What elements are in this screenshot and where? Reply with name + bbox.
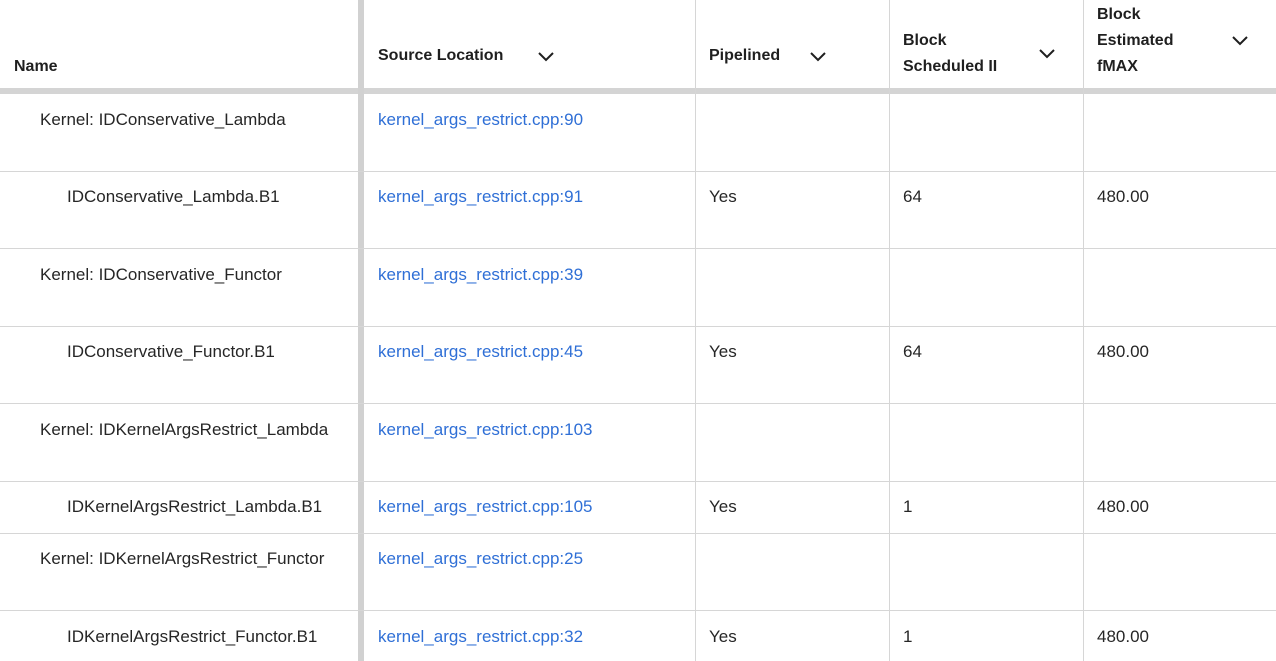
pipelined-value: Yes xyxy=(709,497,737,516)
scheduled-ii-value: 1 xyxy=(903,627,913,646)
column-header-pipelined-label: Pipelined xyxy=(709,47,781,64)
column-header-pipelined[interactable]: Pipelined xyxy=(695,0,889,88)
source-link[interactable]: kernel_args_restrict.cpp:90 xyxy=(378,110,583,130)
row-divider xyxy=(0,248,1276,249)
column-header-source[interactable]: Source Location xyxy=(364,0,695,88)
column-divider xyxy=(695,0,696,661)
chevron-down-icon[interactable] xyxy=(810,52,826,62)
source-link[interactable]: kernel_args_restrict.cpp:91 xyxy=(378,187,583,207)
source-link[interactable]: kernel_args_restrict.cpp:105 xyxy=(378,497,593,517)
row-name: IDConservative_Functor.B1 xyxy=(67,342,275,361)
column-header-fmax-label-2: Estimated xyxy=(1097,32,1174,49)
scheduled-ii-value: 64 xyxy=(903,187,922,206)
row-name: IDKernelArgsRestrict_Functor.B1 xyxy=(67,627,318,646)
row-name: IDKernelArgsRestrict_Lambda.B1 xyxy=(67,497,323,516)
column-header-fmax-label-3: fMAX xyxy=(1097,58,1138,75)
row-name: Kernel: IDKernelArgsRestrict_Lambda xyxy=(40,420,329,439)
source-link[interactable]: kernel_args_restrict.cpp:45 xyxy=(378,342,583,362)
source-link[interactable]: kernel_args_restrict.cpp:25 xyxy=(378,549,583,569)
row-divider xyxy=(0,610,1276,611)
fmax-value: 480.00 xyxy=(1097,342,1149,361)
pipelined-value: Yes xyxy=(709,342,737,361)
report-table: Name Source Location Pipelined Block Sch… xyxy=(0,0,1276,661)
pipelined-value: Yes xyxy=(709,187,737,206)
column-divider xyxy=(889,0,890,661)
row-name: Kernel: IDKernelArgsRestrict_Functor xyxy=(40,549,325,568)
row-divider xyxy=(0,403,1276,404)
row-divider xyxy=(0,326,1276,327)
scheduled-ii-value: 64 xyxy=(903,342,922,361)
column-header-ii-label-1: Block xyxy=(903,32,947,49)
chevron-down-icon[interactable] xyxy=(1232,36,1248,46)
column-header-name-label: Name xyxy=(14,58,58,75)
pipelined-value: Yes xyxy=(709,627,737,646)
row-name: IDConservative_Lambda.B1 xyxy=(67,187,280,206)
fmax-value: 480.00 xyxy=(1097,497,1149,516)
row-divider xyxy=(0,481,1276,482)
row-divider xyxy=(0,533,1276,534)
column-resize-handle[interactable] xyxy=(358,0,364,661)
column-header-ii-label-2: Scheduled II xyxy=(903,58,998,75)
column-header-estimated-fmax[interactable]: Block Estimated fMAX xyxy=(1083,0,1276,88)
fmax-value: 480.00 xyxy=(1097,627,1149,646)
row-name: Kernel: IDConservative_Lambda xyxy=(40,110,286,129)
source-link[interactable]: kernel_args_restrict.cpp:103 xyxy=(378,420,593,440)
source-link[interactable]: kernel_args_restrict.cpp:39 xyxy=(378,265,583,285)
column-divider xyxy=(1083,0,1084,661)
scheduled-ii-value: 1 xyxy=(903,497,913,516)
chevron-down-icon[interactable] xyxy=(538,52,554,62)
column-header-scheduled-ii[interactable]: Block Scheduled II xyxy=(889,0,1083,88)
table-header: Name Source Location Pipelined Block Sch… xyxy=(0,0,1276,88)
chevron-down-icon[interactable] xyxy=(1039,49,1055,59)
column-header-source-label: Source Location xyxy=(378,47,504,64)
fmax-value: 480.00 xyxy=(1097,187,1149,206)
column-header-name[interactable]: Name xyxy=(0,0,358,88)
row-name: Kernel: IDConservative_Functor xyxy=(40,265,282,284)
row-divider xyxy=(0,171,1276,172)
source-link[interactable]: kernel_args_restrict.cpp:32 xyxy=(378,627,583,647)
column-header-fmax-label-1: Block xyxy=(1097,6,1141,23)
header-divider xyxy=(0,88,1276,94)
